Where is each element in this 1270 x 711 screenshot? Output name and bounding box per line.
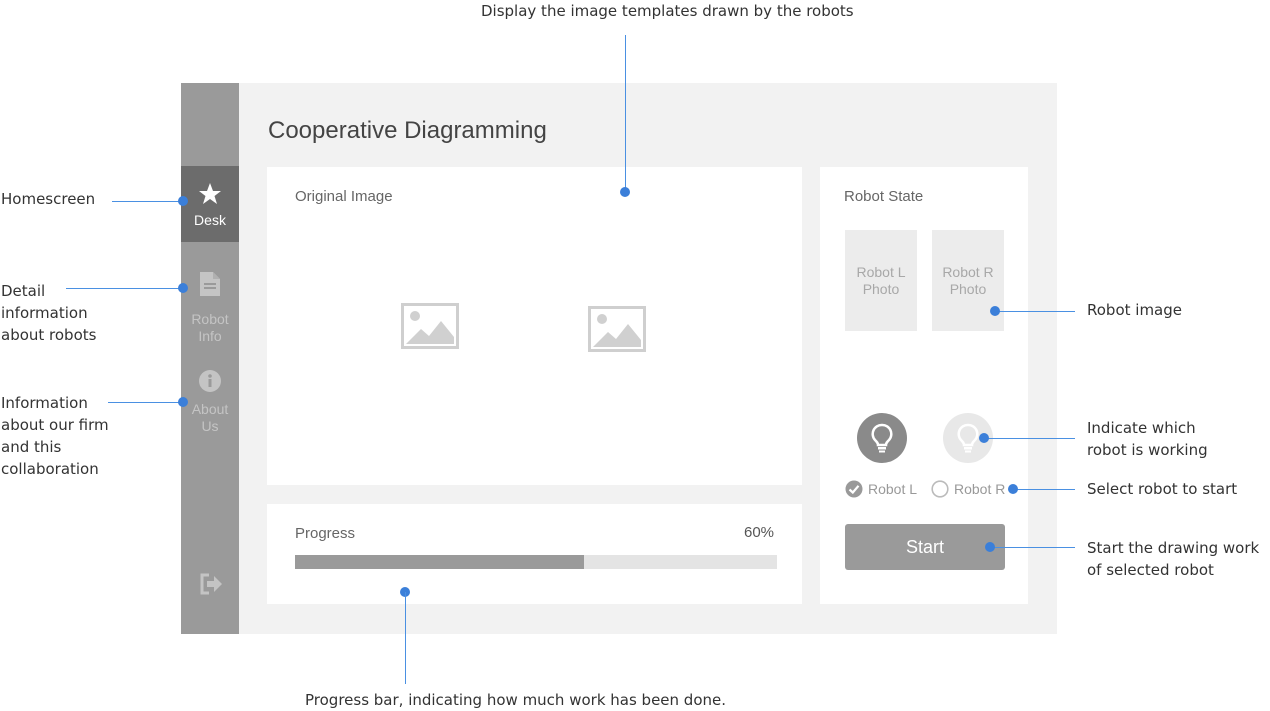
- image-placeholder-icon: [588, 306, 646, 352]
- annotation-dot: [985, 542, 995, 552]
- annotation-original-image: Display the image templates drawn by the…: [481, 2, 854, 20]
- annotation-line: [108, 402, 183, 403]
- annotation-line: [990, 547, 1075, 548]
- annotation-robot-image: Robot image: [1087, 301, 1182, 319]
- annotation-select: Select robot to start: [1087, 480, 1238, 498]
- check-circle-icon: [845, 480, 863, 498]
- robot-state-title: Robot State: [844, 188, 924, 205]
- sidebar-item-robot-info[interactable]: Robot Info: [181, 271, 239, 347]
- annotation-line: [625, 35, 626, 192]
- annotation-dot: [1008, 484, 1018, 494]
- annotation-line: [66, 288, 183, 289]
- star-icon: [199, 183, 221, 204]
- robot-r-radio-label: Robot R: [954, 481, 1006, 497]
- robot-l-photo: Robot L Photo: [845, 230, 917, 331]
- lightbulb-icon: [957, 423, 979, 453]
- annotation-line: [995, 311, 1075, 312]
- document-icon: [200, 272, 220, 296]
- original-image-panel: Original Image: [267, 167, 802, 485]
- start-button[interactable]: Start: [845, 524, 1005, 570]
- sidebar-item-about-us[interactable]: About Us: [181, 369, 239, 445]
- annotation-line: [984, 438, 1075, 439]
- annotation-dot: [620, 187, 630, 197]
- logout-icon[interactable]: [199, 573, 223, 595]
- robot-l-status: [857, 413, 907, 463]
- progress-bar: [295, 555, 777, 569]
- image-placeholder-icon: [401, 303, 459, 349]
- annotation-line: [1013, 489, 1075, 490]
- robot-r-radio[interactable]: Robot R: [931, 480, 1005, 498]
- sidebar-item-label: Robot Info: [191, 311, 229, 344]
- annotation-dot: [178, 283, 188, 293]
- app-window: Desk Robot Info About Us Cooperative Dia…: [181, 83, 1057, 634]
- sidebar-item-label: About Us: [191, 401, 229, 434]
- annotation-dot: [979, 433, 989, 443]
- annotation-homescreen: Homescreen: [1, 190, 96, 208]
- info-icon: [199, 370, 221, 392]
- sidebar-item-label: Desk: [194, 212, 226, 228]
- radio-unchecked-icon: [931, 480, 949, 498]
- progress-bar-fill: [295, 555, 585, 569]
- sidebar-item-desk[interactable]: Desk: [181, 166, 239, 242]
- annotation-dot: [178, 196, 188, 206]
- page-title: Cooperative Diagramming: [268, 117, 547, 144]
- annotation-dot: [990, 306, 1000, 316]
- annotation-working: Indicate which robot is working: [1087, 419, 1208, 459]
- annotation-dot: [178, 397, 188, 407]
- progress-title: Progress: [295, 525, 356, 542]
- robot-l-radio[interactable]: Robot L: [845, 480, 917, 498]
- annotation-progress: Progress bar, indicating how much work h…: [305, 691, 727, 709]
- lightbulb-icon: [871, 423, 893, 453]
- annotation-line: [405, 592, 406, 684]
- progress-panel: [267, 504, 802, 604]
- annotation-line: [112, 201, 183, 202]
- original-image-title: Original Image: [295, 188, 393, 205]
- sidebar: Desk Robot Info About Us: [181, 83, 239, 634]
- annotation-about: Information about our firm and this coll…: [1, 394, 109, 478]
- progress-percent: 60%: [744, 524, 775, 541]
- robot-l-radio-label: Robot L: [868, 481, 918, 497]
- annotation-robot-info: Detail information about robots: [1, 282, 97, 344]
- annotation-start: Start the drawing work of selected robot: [1087, 539, 1260, 579]
